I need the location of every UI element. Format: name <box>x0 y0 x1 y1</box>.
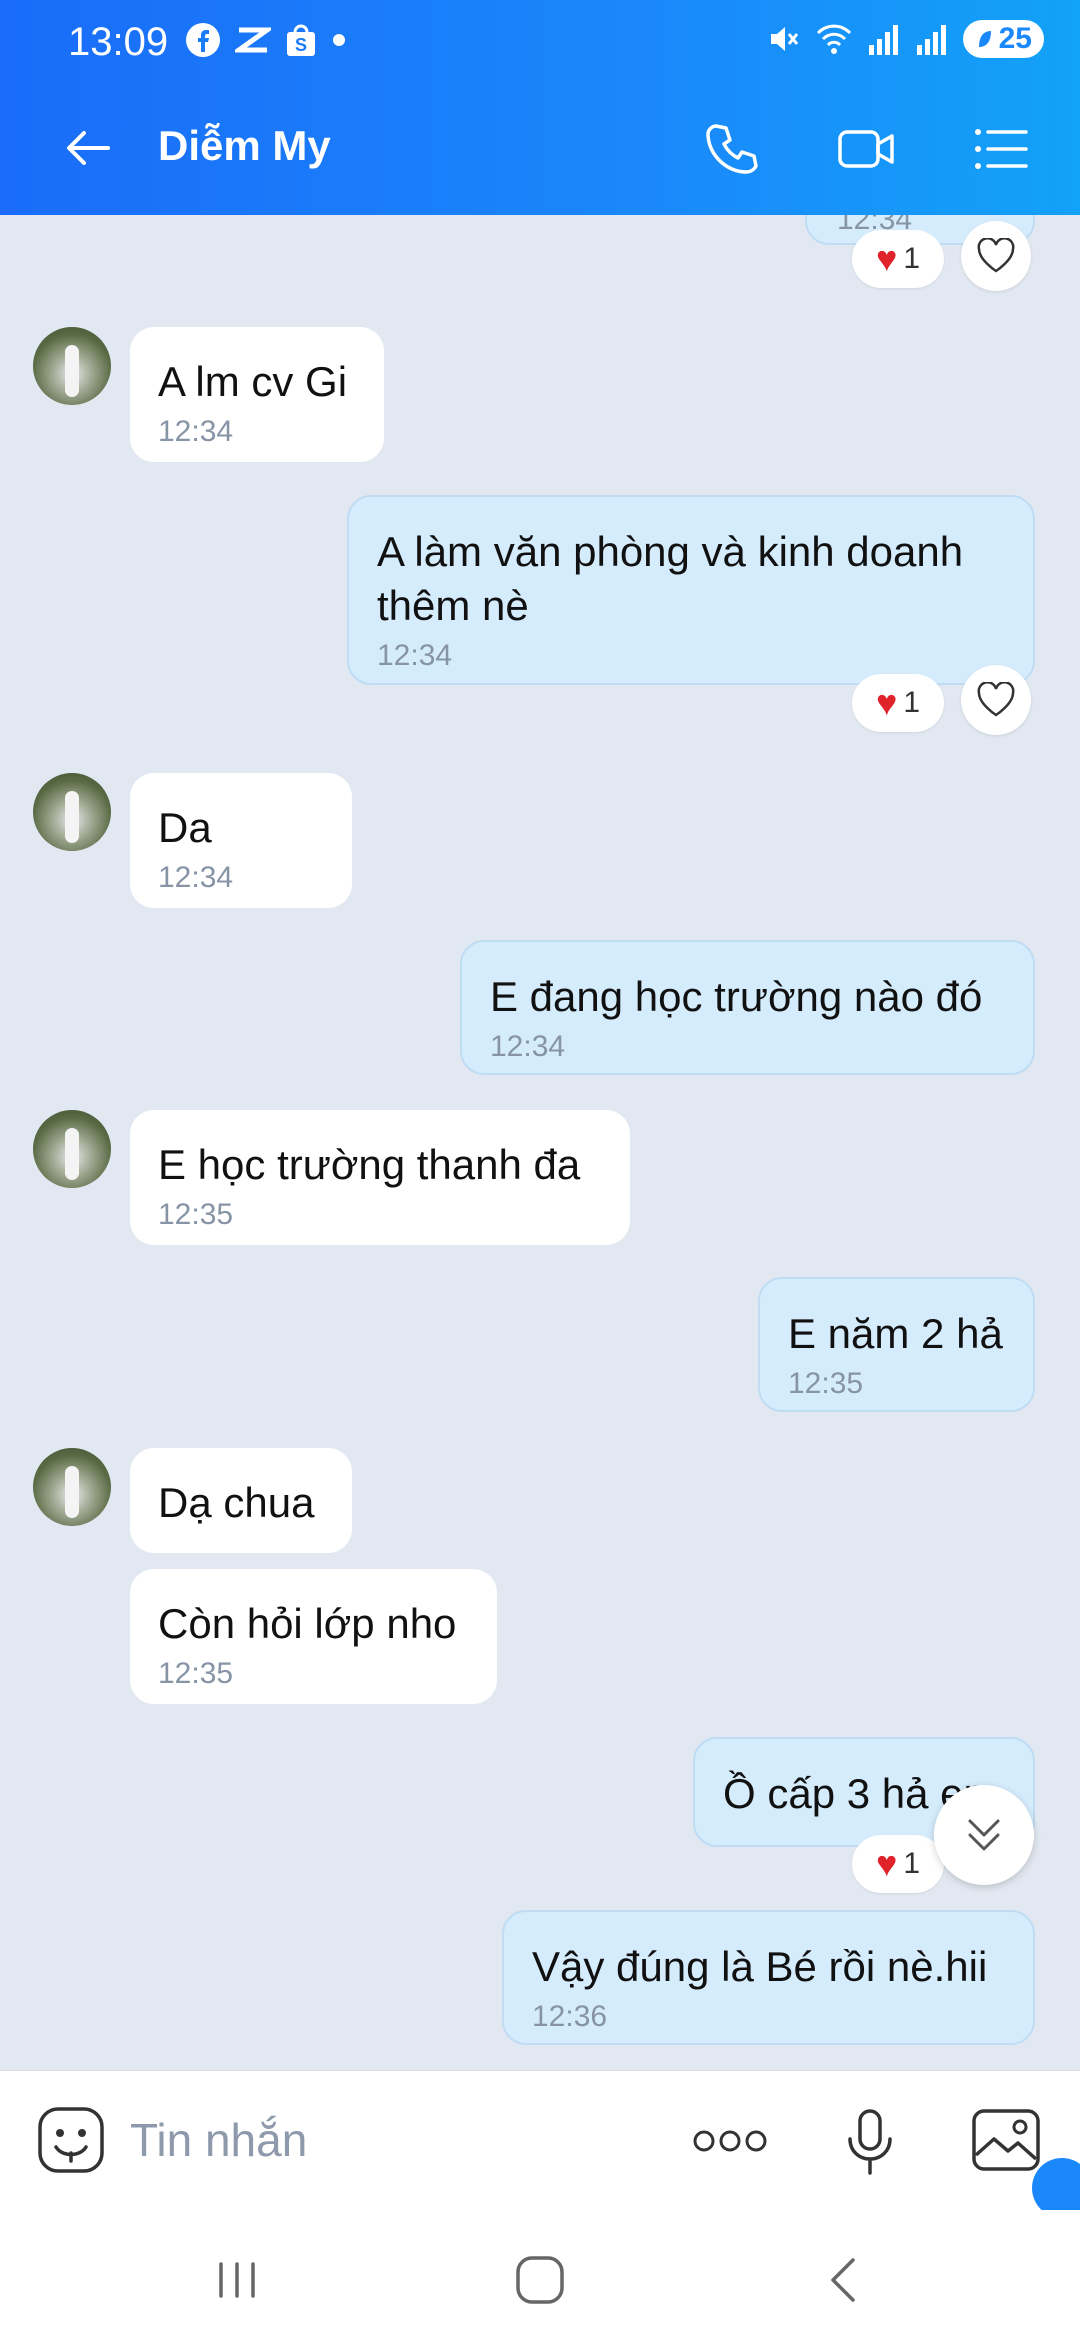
message-text: A làm văn phòng và kinh doanh thêm nè <box>377 528 964 629</box>
reaction-badge[interactable]: ♥ 1 <box>852 230 944 288</box>
message-text: A lm cv Gi <box>158 358 348 405</box>
signal-icon-2 <box>916 25 946 55</box>
wifi-icon <box>816 24 851 54</box>
message-bubble-outgoing[interactable]: E năm 2 hả 12:35 <box>758 1277 1035 1412</box>
message-bubble-outgoing[interactable]: A làm văn phòng và kinh doanh thêm nè 12… <box>347 495 1035 685</box>
notification-icons: S <box>185 22 347 58</box>
message-bubble-incoming[interactable]: A lm cv Gi 12:34 <box>130 327 384 462</box>
like-button[interactable] <box>961 665 1031 735</box>
svg-text:S: S <box>295 35 307 55</box>
message-time: 12:36 <box>532 2000 608 2033</box>
message-time: 12:35 <box>788 1367 864 1400</box>
message-text: E đang học trường nào đó <box>490 973 983 1020</box>
message-time: 12:34 <box>158 415 234 448</box>
message-text: Da <box>158 804 212 851</box>
conversation-navbar: Diễm My <box>0 90 1080 215</box>
message-bubble-incoming[interactable]: E học trường thanh đa 12:35 <box>130 1110 630 1245</box>
message-bubble-outgoing[interactable]: Vậy đúng là Bé rồi nè.hii 12:36 <box>502 1910 1035 2045</box>
message-bubble-incoming[interactable]: Da 12:34 <box>130 773 352 908</box>
emoji-sticker-icon[interactable] <box>36 2105 106 2175</box>
heart-icon: ♥ <box>875 238 898 279</box>
message-bubble-outgoing[interactable]: E đang học trường nào đó 12:34 <box>460 940 1035 1075</box>
battery-indicator: 25 <box>962 20 1044 58</box>
message-input[interactable]: Tin nhắn <box>130 2113 307 2167</box>
message-input-bar: Tin nhắn <box>0 2070 1080 2211</box>
signal-icon <box>868 25 898 55</box>
message-text: E học trường thanh đa <box>158 1141 581 1188</box>
message-bubble-incoming[interactable]: Dạ chua <box>130 1448 352 1553</box>
home-icon[interactable] <box>510 2250 570 2310</box>
message-time: 12:35 <box>158 1198 234 1231</box>
heart-outline-icon <box>977 238 1015 273</box>
image-gallery-icon[interactable] <box>970 2105 1042 2175</box>
menu-list-icon[interactable] <box>970 118 1032 180</box>
dot-icon <box>333 34 345 46</box>
chat-header: 13:09 S 25 Diễm My <box>0 0 1080 215</box>
mute-icon <box>770 27 798 51</box>
avatar[interactable] <box>33 1110 111 1188</box>
message-text: E năm 2 hả <box>788 1310 1003 1357</box>
recent-apps-icon[interactable] <box>207 2250 267 2310</box>
battery-saver-icon <box>978 31 991 47</box>
back-arrow-icon[interactable] <box>58 118 118 178</box>
avatar[interactable] <box>33 773 111 851</box>
message-time: 12:35 <box>158 1657 234 1690</box>
heart-icon: ♥ <box>875 682 898 723</box>
status-bar: 13:09 S 25 <box>0 0 1080 90</box>
phone-icon[interactable] <box>700 118 762 180</box>
like-button[interactable] <box>961 221 1031 291</box>
tiktok-shop-icon <box>235 27 271 53</box>
reaction-count: 1 <box>903 686 921 719</box>
battery-level: 25 <box>998 22 1032 55</box>
video-call-icon[interactable] <box>836 118 898 180</box>
reaction-count: 1 <box>903 1847 921 1880</box>
message-time: 12:34 <box>158 861 234 894</box>
double-chevron-down-icon <box>968 1819 1000 1851</box>
back-nav-icon[interactable] <box>815 2250 875 2310</box>
microphone-icon[interactable] <box>840 2107 900 2177</box>
contact-name[interactable]: Diễm My <box>158 122 331 170</box>
status-time: 13:09 <box>68 20 169 64</box>
scroll-to-bottom-button[interactable] <box>934 1785 1034 1885</box>
message-bubble-incoming[interactable]: Còn hỏi lớp nho 12:35 <box>130 1569 497 1704</box>
system-navigation-bar <box>0 2210 1080 2340</box>
reaction-badge[interactable]: ♥ 1 <box>852 1835 944 1893</box>
message-text: Vậy đúng là Bé rồi nè.hii <box>532 1943 988 1990</box>
reaction-badge[interactable]: ♥ 1 <box>852 674 944 732</box>
message-time: 12:34 <box>377 639 453 672</box>
message-list[interactable]: 12:34 ♥ 1 A lm cv Gi 12:34 A làm văn phò… <box>0 215 1080 2070</box>
message-time: 12:34 <box>490 1030 566 1063</box>
avatar[interactable] <box>33 1448 111 1526</box>
message-text: Còn hỏi lớp nho <box>158 1600 457 1647</box>
system-status-icons: 25 <box>765 20 1044 58</box>
heart-icon: ♥ <box>875 1843 898 1884</box>
heart-outline-icon <box>977 682 1015 717</box>
more-options-icon[interactable] <box>690 2121 770 2161</box>
message-text: Dạ chua <box>158 1479 315 1526</box>
shopee-icon: S <box>287 24 315 56</box>
reaction-count: 1 <box>903 242 921 275</box>
avatar[interactable] <box>33 327 111 405</box>
facebook-icon <box>186 23 220 57</box>
